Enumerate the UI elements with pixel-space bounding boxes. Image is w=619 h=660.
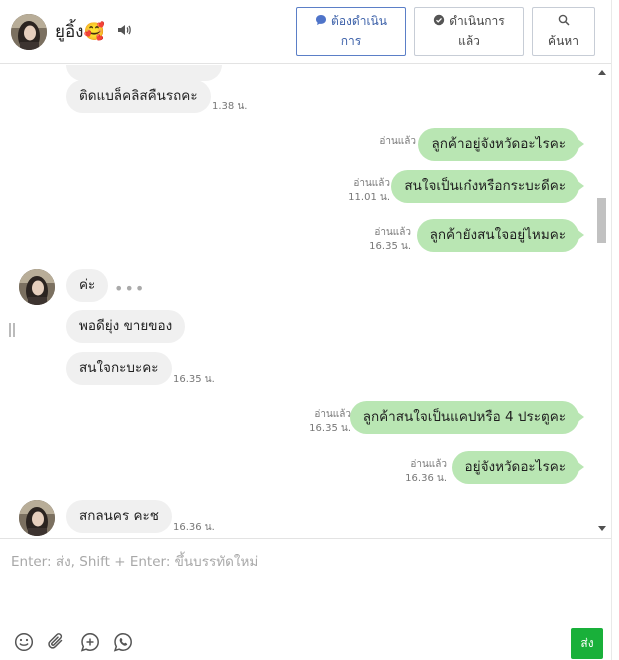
- smiley-icon[interactable]: [13, 631, 35, 653]
- chat-bubble-icon: [316, 15, 327, 25]
- message-bubble-in: ติดแบล็คลิสคืนรถคะ: [66, 80, 211, 113]
- message-bubble-partial: [66, 65, 222, 81]
- plus-circle-icon[interactable]: [79, 631, 101, 653]
- search-icon: [558, 14, 570, 26]
- message-input[interactable]: [0, 539, 611, 619]
- panel-divider: [611, 0, 612, 660]
- sender-avatar[interactable]: [19, 269, 55, 305]
- speaker-icon[interactable]: [116, 22, 132, 38]
- message-bubble-out: อยู่จังหวัดอะไรคะ: [451, 451, 585, 484]
- message-bubble-out: ลูกค้ายังสนใจอยู่ไหมคะ: [416, 219, 585, 252]
- contact-avatar[interactable]: [11, 14, 47, 50]
- read-receipt: อ่านแล้ว: [314, 409, 351, 420]
- read-receipt: อ่านแล้ว: [374, 227, 411, 238]
- phone-chat-icon[interactable]: [112, 631, 134, 653]
- message-bubble-in: พอดียุ่ง ขายของ: [66, 310, 186, 343]
- contact-name: ยูอิ้ง🥰: [55, 22, 105, 42]
- message-list[interactable]: ติดแบล็คลิสคืนรถคะ 1.38 น. อ่านแล้ว ลูกค…: [0, 65, 611, 537]
- scroll-up-arrow-icon[interactable]: [598, 70, 606, 75]
- message-time: 11.01 น.: [348, 192, 390, 203]
- read-receipt: อ่านแล้ว: [353, 178, 390, 189]
- message-bubble-in: สนใจกะบะคะ: [66, 352, 172, 385]
- message-bubble-in: ค่ะ: [66, 269, 109, 302]
- message-bubble-out: สนใจเป็นเก๋งหรือกระบะดีคะ: [391, 170, 584, 203]
- read-receipt: อ่านแล้ว: [379, 136, 416, 147]
- message-bubble-out: ลูกค้าสนใจเป็นแคปหรือ 4 ประตูคะ: [349, 401, 585, 434]
- read-receipt: อ่านแล้ว: [410, 459, 447, 470]
- more-options-icon[interactable]: •••: [114, 281, 145, 297]
- paperclip-icon[interactable]: [46, 631, 68, 653]
- todo-label-line1: ต้องดำเนิน: [331, 14, 387, 28]
- message-bubble-out: ลูกค้าอยู่จังหวัดอะไรคะ: [418, 128, 584, 161]
- resize-handle[interactable]: [9, 323, 15, 337]
- message-time: 1.38 น.: [212, 101, 248, 112]
- message-time: 16.35 น.: [369, 241, 411, 252]
- message-time: 16.36 น.: [405, 473, 447, 484]
- scrollbar[interactable]: [594, 65, 611, 537]
- chat-app: ยูอิ้ง🥰 ต้องดำเนิน การ ดำเนินการ แล้ว ค้…: [0, 0, 619, 660]
- message-bubble-in: สกลนคร คะช: [66, 500, 172, 533]
- done-button[interactable]: ดำเนินการ แล้ว: [414, 7, 524, 56]
- scroll-down-arrow-icon[interactable]: [598, 526, 606, 531]
- done-label-line1: ดำเนินการ: [449, 14, 505, 28]
- check-circle-icon: [434, 14, 445, 26]
- scrollbar-thumb[interactable]: [597, 198, 606, 243]
- chat-header: ยูอิ้ง🥰 ต้องดำเนิน การ ดำเนินการ แล้ว ค้…: [0, 0, 611, 64]
- todo-label-line2: การ: [340, 34, 362, 48]
- send-button[interactable]: ส่ง: [571, 628, 603, 659]
- message-time: 16.35 น.: [309, 423, 351, 434]
- todo-button[interactable]: ต้องดำเนิน การ: [296, 7, 406, 56]
- done-label-line2: แล้ว: [458, 34, 480, 48]
- message-time: 16.35 น.: [173, 374, 215, 385]
- message-time: 16.36 น.: [173, 522, 215, 533]
- sender-avatar[interactable]: [19, 500, 55, 536]
- composer: ส่ง: [0, 538, 611, 660]
- search-label: ค้นหา: [548, 34, 579, 48]
- search-button[interactable]: ค้นหา: [532, 7, 595, 56]
